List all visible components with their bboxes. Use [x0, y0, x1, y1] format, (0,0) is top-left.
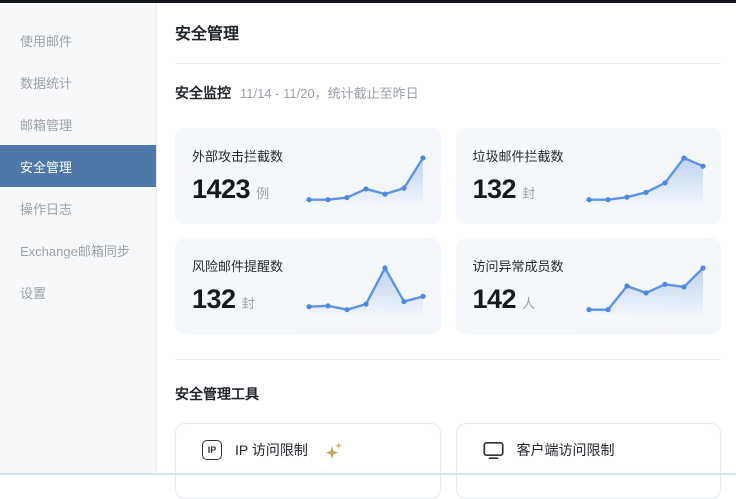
- stat-card-abnormal-access[interactable]: 访问异常成员数 142 人: [456, 238, 722, 334]
- stat-card-text: 垃圾邮件拦截数 132 封: [473, 143, 564, 212]
- stat-unit: 封: [522, 183, 535, 202]
- sidebar-item-label: Exchange邮箱同步: [20, 241, 130, 260]
- stat-card-risky-mail[interactable]: 风险邮件提醒数 132 封: [175, 238, 441, 334]
- stat-value: 132: [473, 174, 517, 205]
- tool-label: IP 访问限制: [235, 440, 308, 460]
- sidebar-item-data-stats[interactable]: 数据统计: [0, 61, 156, 103]
- stat-card-label: 访问异常成员数: [473, 256, 564, 275]
- sidebar-item-exchange-sync[interactable]: Exchange邮箱同步: [0, 229, 156, 271]
- stat-value-row: 142 人: [473, 284, 564, 315]
- tools-row: IP IP 访问限制 客户端访问限制: [175, 423, 721, 499]
- stat-unit: 例: [256, 183, 269, 202]
- monitor-date-range: 11/14 - 11/20，统计截止至昨日: [240, 83, 419, 102]
- ip-badge-icon: IP: [202, 440, 222, 460]
- sidebar-item-use-mail[interactable]: 使用邮件: [0, 19, 156, 61]
- tool-card-client-restriction[interactable]: 客户端访问限制: [456, 423, 722, 499]
- main-content: 安全管理 安全监控 11/14 - 11/20，统计截止至昨日 外部攻击拦截数 …: [157, 3, 736, 475]
- monitor-icon: [483, 441, 504, 460]
- stat-card-label: 风险邮件提醒数: [192, 256, 283, 275]
- stat-card-spam-blocked[interactable]: 垃圾邮件拦截数 132 封: [456, 128, 722, 224]
- tool-card-inner: 客户端访问限制: [483, 440, 615, 460]
- trend-sparkline-chart: [583, 151, 709, 209]
- trend-sparkline-chart: [583, 261, 709, 319]
- sidebar-item-label: 邮箱管理: [20, 115, 72, 134]
- stat-card-external-attacks[interactable]: 外部攻击拦截数 1423 例: [175, 128, 441, 224]
- monitor-section-title: 安全监控: [175, 83, 231, 103]
- stat-value: 142: [473, 284, 517, 315]
- stat-value-row: 132 封: [473, 174, 564, 205]
- sidebar-item-label: 数据统计: [20, 73, 72, 92]
- trend-sparkline-chart: [303, 261, 429, 319]
- sidebar-item-mailbox-mgmt[interactable]: 邮箱管理: [0, 103, 156, 145]
- monitor-section-header: 安全监控 11/14 - 11/20，统计截止至昨日: [175, 83, 721, 103]
- tool-card-ip-restriction[interactable]: IP IP 访问限制: [175, 423, 441, 499]
- stat-card-label: 外部攻击拦截数: [192, 146, 283, 165]
- tools-section-title: 安全管理工具: [175, 384, 721, 404]
- sidebar-nav: 使用邮件 数据统计 邮箱管理 安全管理 操作日志 Exchange邮箱同步 设置: [0, 3, 157, 475]
- tool-label: 客户端访问限制: [517, 440, 615, 460]
- sidebar-item-label: 设置: [20, 283, 46, 302]
- sidebar-item-label: 使用邮件: [20, 31, 72, 50]
- page-title: 安全管理: [175, 25, 721, 45]
- tools-section-divider: [175, 359, 721, 360]
- sidebar-item-label: 操作日志: [20, 199, 72, 218]
- sidebar-item-security-mgmt[interactable]: 安全管理: [0, 145, 156, 187]
- stat-card-label: 垃圾邮件拦截数: [473, 146, 564, 165]
- stat-cards-grid: 外部攻击拦截数 1423 例 垃圾邮件拦截数 132 封: [175, 128, 721, 334]
- stat-unit: 封: [242, 293, 255, 312]
- sparkle-icon: [326, 442, 343, 459]
- stat-value-row: 132 封: [192, 284, 283, 315]
- sidebar-item-settings[interactable]: 设置: [0, 271, 156, 313]
- stat-unit: 人: [522, 293, 535, 312]
- stat-value: 132: [192, 284, 236, 315]
- stat-card-text: 访问异常成员数 142 人: [473, 253, 564, 322]
- sidebar-item-op-logs[interactable]: 操作日志: [0, 187, 156, 229]
- title-divider: [175, 63, 721, 64]
- trend-sparkline-chart: [303, 151, 429, 209]
- stat-value-row: 1423 例: [192, 174, 283, 205]
- sidebar-item-label: 安全管理: [20, 157, 72, 176]
- stat-card-text: 外部攻击拦截数 1423 例: [192, 143, 283, 212]
- tool-card-inner: IP IP 访问限制: [202, 440, 343, 460]
- app-frame: 使用邮件 数据统计 邮箱管理 安全管理 操作日志 Exchange邮箱同步 设置…: [0, 3, 736, 475]
- stat-value: 1423: [192, 174, 250, 205]
- stat-card-text: 风险邮件提醒数 132 封: [192, 253, 283, 322]
